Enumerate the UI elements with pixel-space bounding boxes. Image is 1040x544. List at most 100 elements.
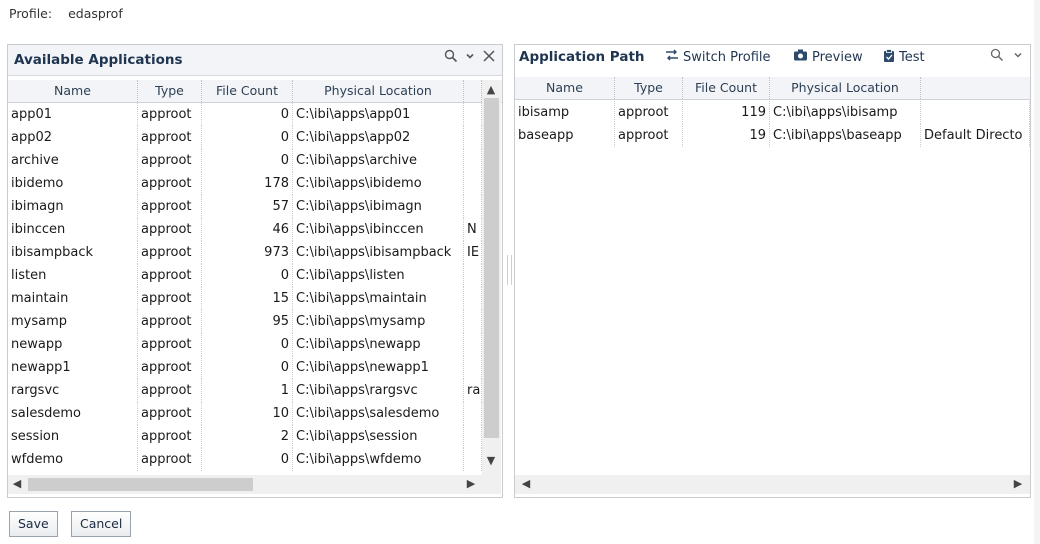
available-applications-panel: Available Applications Name Type File Co… [7,44,503,498]
table-cell: wfdemo [8,448,138,471]
table-cell: C:\ibi\apps\ibinccen [293,218,464,241]
table-cell: approot [138,379,202,402]
horizontal-scrollbar[interactable]: ◀ ▶ [8,475,501,494]
table-cell: ibidemo [8,172,138,195]
horizontal-scrollbar[interactable]: ◀ ▶ [515,475,1030,494]
table-cell: 2 [202,425,293,448]
search-icon[interactable] [990,48,1004,66]
table-cell: approot [615,101,683,124]
preview-label: Preview [812,49,863,65]
scroll-up-icon[interactable]: ▲ [484,83,498,97]
table-cell: 95 [202,310,293,333]
column-header-file-count[interactable]: File Count [683,77,770,99]
switch-profile-button[interactable]: Switch Profile [665,49,771,65]
table-cell: ra [464,379,482,402]
table-cell: 10 [202,402,293,425]
table-row[interactable]: maintain approot 15 C:\ibi\apps\maintain [8,287,482,310]
column-header-file-count[interactable]: File Count [202,80,293,102]
table-cell: app02 [8,126,138,149]
table-cell: rargsvc [8,379,138,402]
table-row[interactable]: listen approot 0 C:\ibi\apps\listen [8,264,482,287]
table-cell [464,264,482,287]
table-row[interactable]: app02 approot 0 C:\ibi\apps\app02 [8,126,482,149]
table-row[interactable]: wfdemo approot 0 C:\ibi\apps\wfdemo [8,448,482,471]
column-header-extra [921,77,1030,99]
table-row[interactable]: newapp approot 0 C:\ibi\apps\newapp [8,333,482,356]
table-cell [464,126,482,149]
table-cell: ibimagn [8,195,138,218]
application-path-header: Application Path Switch Profile Preview … [515,43,1030,73]
table-row[interactable]: salesdemo approot 10 C:\ibi\apps\salesdemo [8,402,482,425]
table-cell: newapp [8,333,138,356]
chevron-down-icon[interactable] [464,50,476,66]
vertical-scroll-thumb[interactable] [484,98,499,438]
table-cell: C:\ibi\apps\ibimagn [293,195,464,218]
application-path-grid-header: Name Type File Count Physical Location [515,77,1030,100]
scroll-right-icon[interactable]: ▶ [464,477,478,491]
application-path-title: Application Path [519,49,645,65]
profile-value: edasprof [68,6,123,21]
table-cell: C:\ibi\apps\wfdemo [293,448,464,471]
table-row[interactable]: archive approot 0 C:\ibi\apps\archive [8,149,482,172]
table-cell: ibisamp [515,101,615,124]
table-cell: mysamp [8,310,138,333]
table-cell: approot [138,425,202,448]
scroll-left-icon[interactable]: ◀ [10,477,24,491]
table-cell [464,402,482,425]
test-button[interactable]: Test [883,49,925,66]
table-cell: C:\ibi\apps\newapp [293,333,464,356]
panel-splitter[interactable] [507,255,512,285]
table-cell [464,287,482,310]
table-row[interactable]: app01 approot 0 C:\ibi\apps\app01 [8,103,482,126]
table-cell: C:\ibi\apps\archive [293,149,464,172]
column-header-name[interactable]: Name [8,80,138,102]
table-cell: C:\ibi\apps\ibidemo [293,172,464,195]
save-button[interactable]: Save [9,511,58,537]
table-cell: archive [8,149,138,172]
table-cell: 0 [202,264,293,287]
table-row[interactable]: rargsvc approot 1 C:\ibi\apps\rargsvc ra [8,379,482,402]
table-row[interactable]: session approot 2 C:\ibi\apps\session [8,425,482,448]
table-row[interactable]: ibimagn approot 57 C:\ibi\apps\ibimagn [8,195,482,218]
table-row[interactable]: ibisamp approot 119 C:\ibi\apps\ibisamp [515,101,1030,124]
table-row[interactable]: ibinccen approot 46 C:\ibi\apps\ibinccen N [8,218,482,241]
table-row[interactable]: baseapp approot 19 C:\ibi\apps\baseapp Defau… [515,124,1030,147]
close-icon[interactable] [482,49,496,67]
column-header-type[interactable]: Type [615,77,683,99]
column-header-name[interactable]: Name [515,77,615,99]
column-header-physical-location[interactable]: Physical Location [770,77,921,99]
table-cell [464,448,482,471]
scroll-left-icon[interactable]: ◀ [519,477,533,491]
table-cell: Default Directo [921,124,1030,147]
available-applications-header: Available Applications [8,45,502,76]
preview-button[interactable]: Preview [793,49,863,65]
table-cell: C:\ibi\apps\app01 [293,103,464,126]
table-cell: maintain [8,287,138,310]
table-cell: 0 [202,103,293,126]
table-row[interactable]: newapp1 approot 0 C:\ibi\apps\newapp1 [8,356,482,379]
table-cell: C:\ibi\apps\session [293,425,464,448]
search-icon[interactable] [444,49,458,67]
table-cell: 19 [683,124,770,147]
table-row[interactable]: ibidemo approot 178 C:\ibi\apps\ibidemo [8,172,482,195]
table-cell: C:\ibi\apps\maintain [293,287,464,310]
column-header-extra [464,80,482,102]
scroll-down-icon[interactable]: ▼ [484,454,498,468]
horizontal-scroll-thumb[interactable] [28,478,253,491]
table-cell: C:\ibi\apps\ibisampback [293,241,464,264]
table-cell: 15 [202,287,293,310]
cancel-button[interactable]: Cancel [71,511,132,537]
vertical-scrollbar[interactable]: ▲ ▼ [482,80,501,475]
table-cell: approot [138,218,202,241]
table-cell: approot [615,124,683,147]
column-header-physical-location[interactable]: Physical Location [293,80,464,102]
chevron-down-icon[interactable] [1012,49,1024,65]
scroll-right-icon[interactable]: ▶ [1011,477,1025,491]
table-cell [464,149,482,172]
table-cell: approot [138,149,202,172]
column-header-type[interactable]: Type [138,80,202,102]
table-row[interactable]: mysamp approot 95 C:\ibi\apps\mysamp [8,310,482,333]
table-cell: app01 [8,103,138,126]
table-row[interactable]: ibisampback approot 973 C:\ibi\apps\ibisamp… [8,241,482,264]
table-cell: newapp1 [8,356,138,379]
